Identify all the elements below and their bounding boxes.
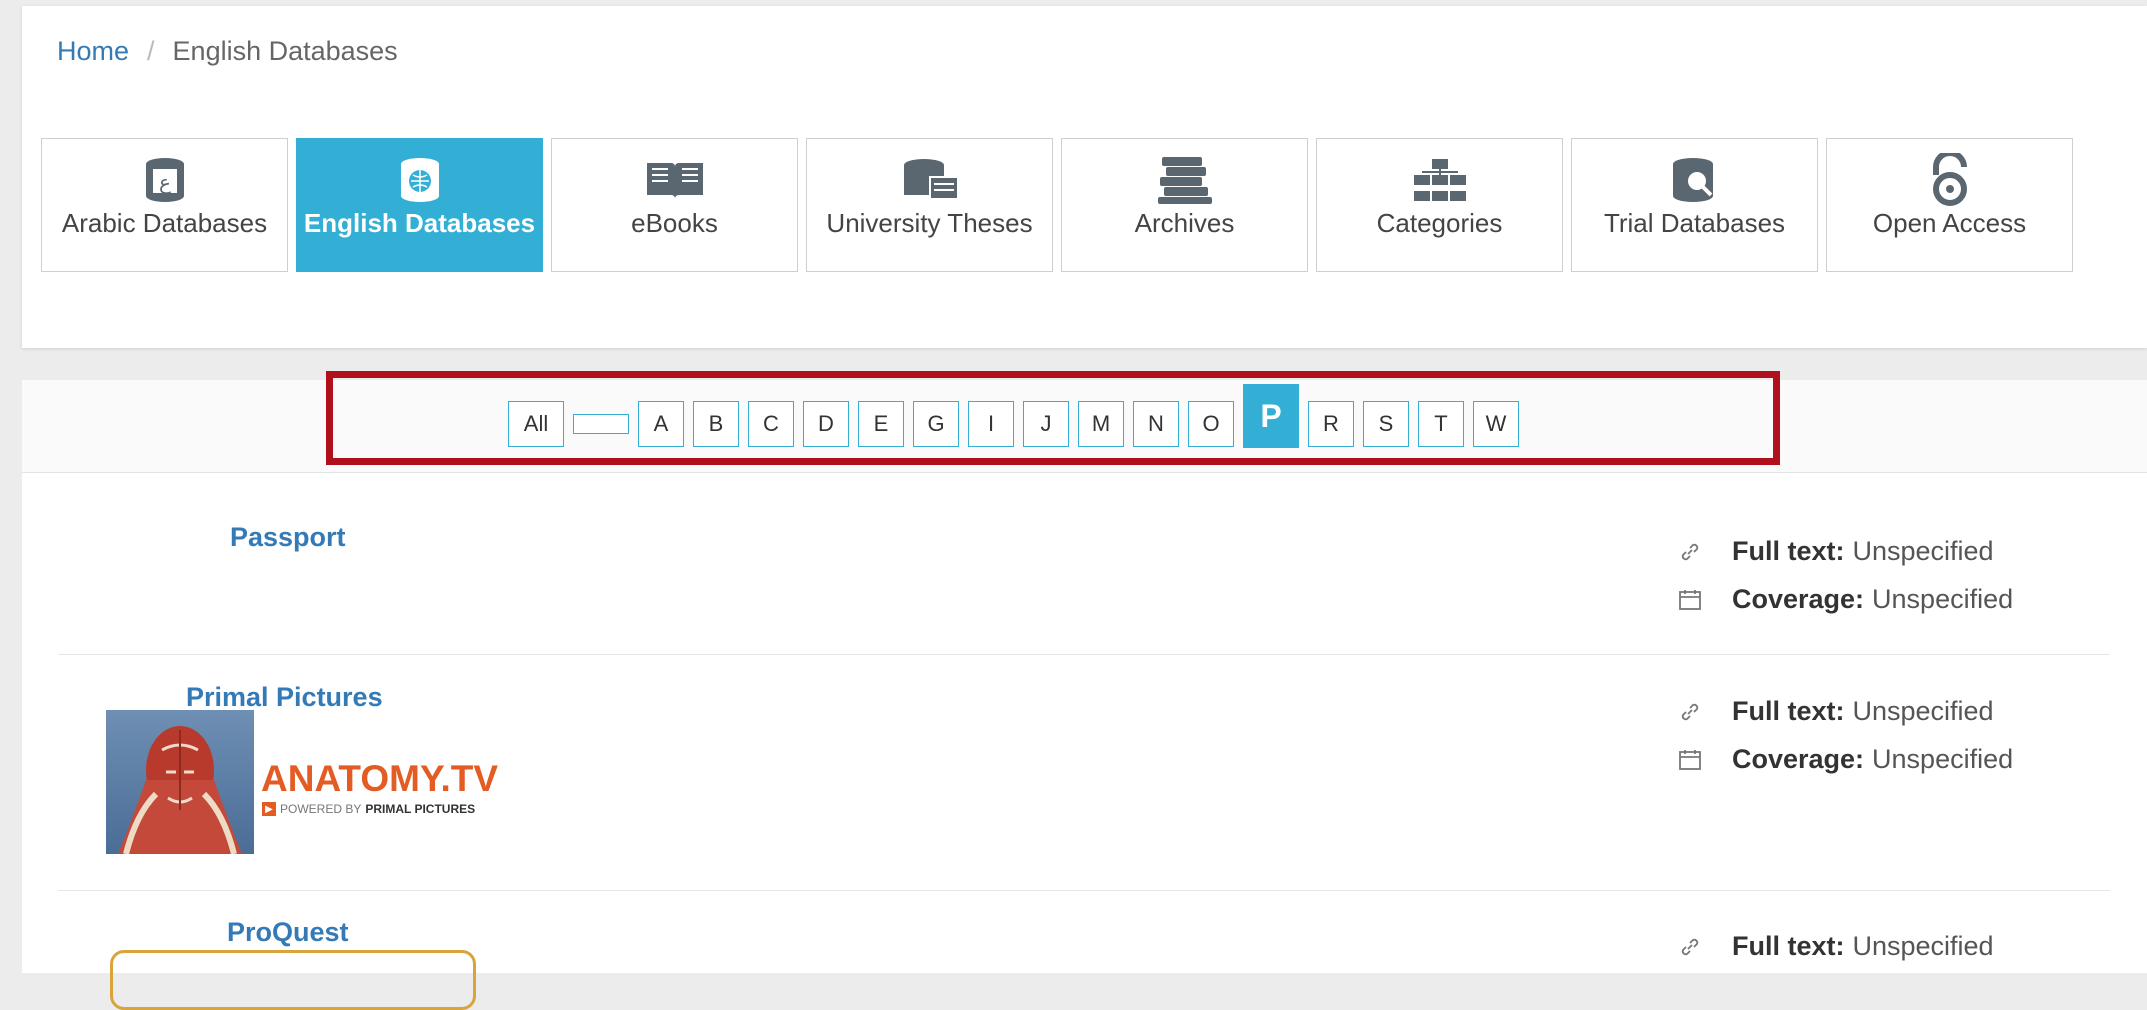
breadcrumb: Home / English Databases bbox=[57, 36, 398, 67]
primal-pictures-text: PRIMAL PICTURES bbox=[365, 802, 476, 816]
tile-english-databases[interactable]: English Databases bbox=[296, 138, 543, 272]
full-text-row: Full text: Unspecified bbox=[1676, 536, 1994, 567]
tile-categories[interactable]: Categories bbox=[1316, 138, 1563, 272]
breadcrumb-home-link[interactable]: Home bbox=[57, 36, 129, 67]
tile-label: eBooks bbox=[631, 208, 718, 238]
svg-text:ع: ع bbox=[159, 170, 171, 194]
tile-label: Open Access bbox=[1872, 208, 2027, 238]
full-text-label: Full text: bbox=[1732, 931, 1845, 961]
tile-trial-databases[interactable]: Trial Databases bbox=[1571, 138, 1818, 272]
full-text-row: Full text: Unspecified bbox=[1676, 696, 1994, 727]
tile-label: Arabic Databases bbox=[61, 208, 268, 238]
calendar-icon bbox=[1676, 589, 1704, 611]
link-icon bbox=[1676, 540, 1704, 564]
database-title-link[interactable]: Passport bbox=[230, 522, 346, 553]
tile-label: English Databases bbox=[303, 208, 536, 238]
full-text-value: Unspecified bbox=[1852, 696, 1994, 726]
anatomy-tv-brand: ANATOMY.TV bbox=[261, 758, 499, 799]
coverage-label: Coverage: bbox=[1732, 584, 1865, 614]
breadcrumb-separator: / bbox=[147, 36, 155, 66]
tile-label: Trial Databases bbox=[1603, 208, 1786, 238]
theses-icon bbox=[900, 155, 960, 205]
primal-pictures-icon: ▶ bbox=[262, 802, 276, 816]
tile-label: University Theses bbox=[826, 208, 1033, 238]
link-icon bbox=[1676, 935, 1704, 959]
anatomy-tv-logo[interactable]: ANATOMY.TV ▶ POWERED BY PRIMAL PICTURES bbox=[106, 710, 498, 854]
tile-ebooks[interactable]: eBooks bbox=[551, 138, 798, 272]
anatomy-head-image bbox=[106, 710, 254, 854]
letter-filter-highlight bbox=[326, 371, 1780, 465]
tile-label: Categories bbox=[1376, 208, 1503, 238]
breadcrumb-current: English Databases bbox=[172, 36, 398, 66]
coverage-value: Unspecified bbox=[1872, 584, 2014, 614]
full-text-value: Unspecified bbox=[1852, 536, 1994, 566]
trial-database-icon bbox=[1667, 155, 1723, 205]
categories-icon bbox=[1410, 155, 1470, 205]
tile-open-access[interactable]: Open Access bbox=[1826, 138, 2073, 272]
full-text-row: Full text: Unspecified bbox=[1676, 931, 1994, 962]
arabic-database-icon: ع bbox=[140, 155, 190, 205]
english-database-icon bbox=[395, 155, 445, 205]
database-title-link[interactable]: Primal Pictures bbox=[186, 682, 383, 713]
coverage-row: Coverage: Unspecified bbox=[1676, 744, 2013, 775]
archives-icon bbox=[1156, 155, 1214, 205]
tile-university-theses[interactable]: University Theses bbox=[806, 138, 1053, 272]
coverage-row: Coverage: Unspecified bbox=[1676, 584, 2013, 615]
calendar-icon bbox=[1676, 749, 1704, 771]
tile-arabic-databases[interactable]: ع Arabic Databases bbox=[41, 138, 288, 272]
coverage-label: Coverage: bbox=[1732, 744, 1865, 774]
tile-archives[interactable]: Archives bbox=[1061, 138, 1308, 272]
category-tiles: ع Arabic Databases English Databases eBo… bbox=[41, 138, 2073, 272]
open-access-icon bbox=[1925, 153, 1975, 206]
full-text-label: Full text: bbox=[1732, 696, 1845, 726]
powered-by-text: POWERED BY bbox=[280, 802, 362, 816]
ebook-icon bbox=[645, 155, 705, 205]
tile-label: Archives bbox=[1134, 208, 1235, 238]
link-icon bbox=[1676, 700, 1704, 724]
powered-by: ▶ POWERED BY PRIMAL PICTURES bbox=[262, 802, 475, 816]
coverage-value: Unspecified bbox=[1872, 744, 2014, 774]
proquest-logo[interactable] bbox=[110, 950, 476, 1010]
full-text-value: Unspecified bbox=[1852, 931, 1994, 961]
database-title-link[interactable]: ProQuest bbox=[227, 917, 349, 948]
full-text-label: Full text: bbox=[1732, 536, 1845, 566]
